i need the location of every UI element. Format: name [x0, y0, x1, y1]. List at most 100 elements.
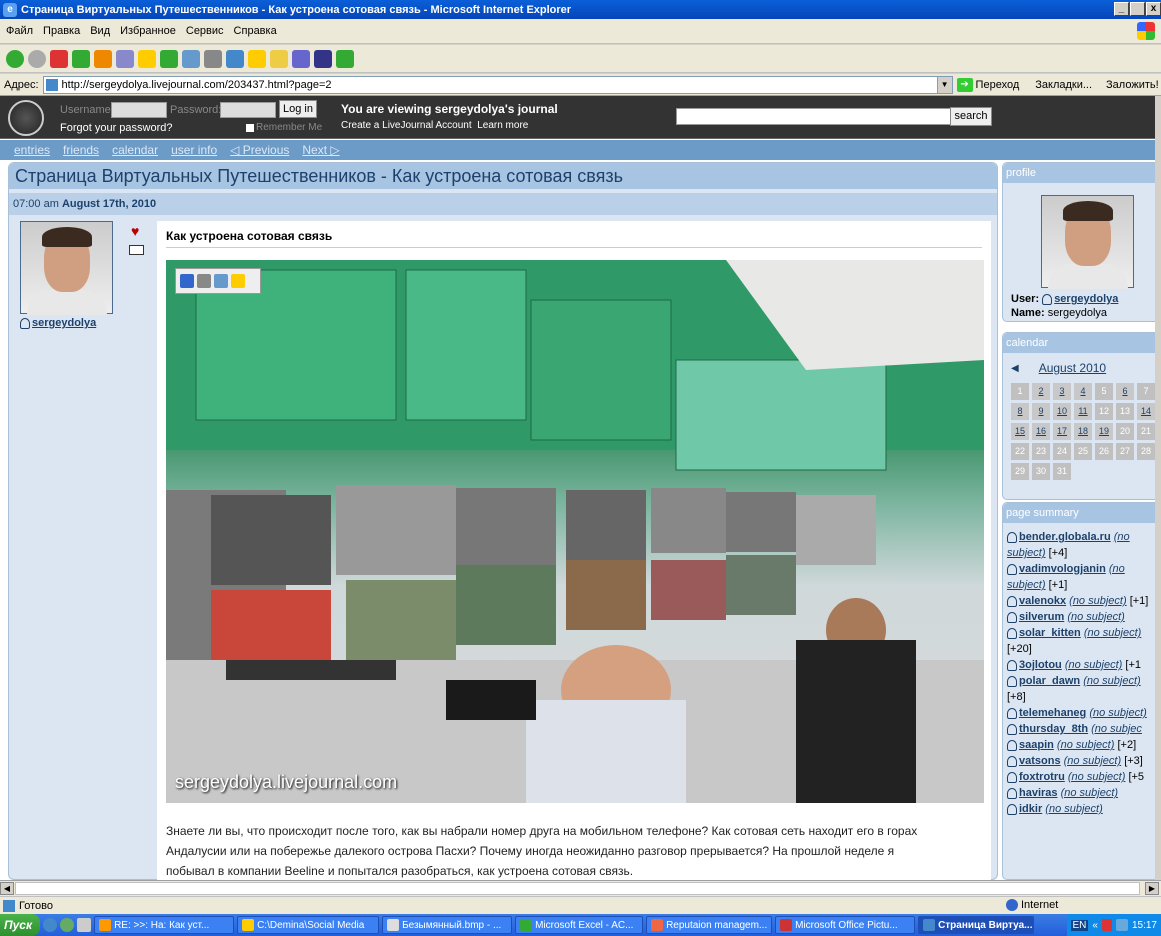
ie-quicklaunch-icon[interactable]	[43, 918, 58, 932]
calendar-day[interactable]: 3	[1053, 383, 1071, 400]
bookmark-add-button[interactable]: Заложить!	[1106, 79, 1159, 91]
forward-icon[interactable]	[28, 49, 46, 68]
print-icon[interactable]	[204, 49, 222, 68]
calendar-day[interactable]: 16	[1032, 423, 1050, 440]
scroll-left-icon[interactable]: ◀	[0, 882, 14, 895]
messenger-icon[interactable]	[270, 49, 288, 68]
folder-icon[interactable]	[248, 49, 266, 68]
post-author-link[interactable]: sergeydolya	[20, 317, 96, 329]
maximize-button[interactable]	[1130, 2, 1145, 16]
card-icon[interactable]	[129, 245, 144, 255]
task-powerpoint[interactable]: Reputaion managem...	[646, 916, 773, 934]
summary-user-link[interactable]: valenokx	[1019, 595, 1066, 607]
calendar-day[interactable]: 18	[1074, 423, 1092, 440]
summary-subject-link[interactable]: (no subject)	[1069, 595, 1126, 607]
summary-subject-link[interactable]: (no subject)	[1065, 659, 1122, 671]
home-icon[interactable]	[94, 49, 112, 68]
summary-user-link[interactable]: thursday_8th	[1019, 723, 1088, 735]
summary-user-link[interactable]: silverum	[1019, 611, 1064, 623]
calendar-month-link[interactable]: August 2010	[1039, 361, 1106, 375]
calendar-day[interactable]: 11	[1074, 403, 1092, 420]
scroll-thumb[interactable]	[15, 882, 1140, 895]
folder-icon[interactable]	[231, 274, 245, 288]
task-paint[interactable]: Безымянный.bmp - ...	[382, 916, 513, 934]
summary-user-link[interactable]: vatsons	[1019, 755, 1061, 767]
close-button[interactable]: x	[1146, 2, 1161, 16]
language-indicator[interactable]: EN	[1070, 919, 1089, 931]
summary-subject-link[interactable]: (no subject)	[1089, 707, 1146, 719]
bookmarks-button[interactable]: Закладки...	[1035, 79, 1092, 91]
scroll-right-icon[interactable]: ▶	[1145, 882, 1159, 895]
summary-subject-link[interactable]: (no subject)	[1068, 771, 1125, 783]
summary-subject-link[interactable]: (no subject)	[1064, 755, 1121, 767]
menu-view[interactable]: Вид	[90, 25, 110, 37]
calendar-day[interactable]: 10	[1053, 403, 1071, 420]
summary-user-link[interactable]: saapin	[1019, 739, 1054, 751]
summary-user-link[interactable]: telemehaneg	[1019, 707, 1086, 719]
nav-calendar[interactable]: calendar	[112, 143, 158, 157]
task-outlook[interactable]: RE: >>: На: Как уст...	[94, 916, 235, 934]
minimize-button[interactable]: _	[1114, 2, 1129, 16]
calendar-day[interactable]: 15	[1011, 423, 1029, 440]
nav-next[interactable]: Next ▷	[302, 143, 339, 157]
task-office-picture[interactable]: Microsoft Office Pictu...	[775, 916, 916, 934]
favorites-icon[interactable]	[138, 49, 156, 68]
nav-entries[interactable]: entries	[14, 143, 50, 157]
login-button[interactable]: Log in	[279, 100, 317, 118]
chevron-down-icon[interactable]: ▼	[936, 76, 952, 93]
task-excel[interactable]: Microsoft Excel - AC...	[515, 916, 644, 934]
menu-tools[interactable]: Сервис	[186, 25, 224, 37]
refresh-icon[interactable]	[72, 49, 90, 68]
tray-expand-icon[interactable]: «	[1092, 920, 1098, 931]
lj-search-input[interactable]	[676, 108, 951, 125]
remember-checkbox[interactable]	[246, 123, 254, 132]
chevron-left-icon[interactable]: ◀	[1011, 363, 1019, 374]
summary-user-link[interactable]: foxtrotru	[1019, 771, 1065, 783]
menu-favorites[interactable]: Избранное	[120, 25, 176, 37]
calendar-day[interactable]: 2	[1032, 383, 1050, 400]
calendar-day[interactable]: 17	[1053, 423, 1071, 440]
calendar-day[interactable]: 9	[1032, 403, 1050, 420]
summary-subject-link[interactable]: (no subjec	[1091, 723, 1142, 735]
menu-help[interactable]: Справка	[234, 25, 277, 37]
calendar-day[interactable]: 14	[1137, 403, 1155, 420]
summary-subject-link[interactable]: (no subject)	[1084, 627, 1141, 639]
desktop-quicklaunch-icon[interactable]	[77, 918, 92, 932]
summary-user-link[interactable]: solar_kitten	[1019, 627, 1081, 639]
nav-previous[interactable]: ◁ Previous	[230, 143, 289, 157]
go-button[interactable]: ➔ Переход	[956, 77, 1019, 92]
calendar-day[interactable]: 4	[1074, 383, 1092, 400]
avatar[interactable]	[20, 221, 113, 315]
summary-subject-link[interactable]: (no subject)	[1067, 611, 1124, 623]
summary-user-link[interactable]: vadimvologjanin	[1019, 563, 1106, 575]
edit-icon[interactable]	[226, 49, 244, 68]
start-button[interactable]: Пуск	[0, 914, 41, 936]
task-ie[interactable]: Страница Виртуа...	[918, 916, 1035, 934]
menu-file[interactable]: Файл	[6, 25, 33, 37]
search-icon[interactable]	[116, 49, 134, 68]
summary-user-link[interactable]: bender.globala.ru	[1019, 531, 1111, 543]
mail-icon[interactable]	[182, 49, 200, 68]
summary-user-link[interactable]: idkir	[1019, 803, 1042, 815]
save-icon[interactable]	[180, 274, 194, 288]
forgot-password-link[interactable]: Forgot your password?	[60, 122, 173, 134]
summary-user-link[interactable]: haviras	[1019, 787, 1058, 799]
tray-app-icon[interactable]	[1101, 919, 1112, 931]
skype-icon[interactable]	[336, 49, 354, 68]
history-icon[interactable]	[160, 49, 178, 68]
livejournal-logo-icon[interactable]	[8, 100, 44, 136]
lj-search-button[interactable]: search	[950, 107, 992, 126]
nav-friends[interactable]: friends	[63, 143, 99, 157]
research-icon[interactable]	[292, 49, 310, 68]
create-account-link[interactable]: Create a LiveJournal Account	[341, 120, 472, 131]
summary-user-link[interactable]: 3ojlotou	[1019, 659, 1062, 671]
post-photo[interactable]: sergeydolya.livejournal.com	[166, 260, 984, 803]
profile-user-link[interactable]: sergeydolya	[1054, 293, 1118, 305]
back-icon[interactable]	[6, 49, 24, 68]
summary-subject-link[interactable]: (no subject)	[1057, 739, 1114, 751]
username-input[interactable]	[111, 102, 167, 118]
summary-subject-link[interactable]: (no subject)	[1061, 787, 1118, 799]
mail-icon[interactable]	[214, 274, 228, 288]
vertical-scrollbar[interactable]	[1155, 96, 1161, 880]
heart-icon[interactable]: ♥	[131, 223, 139, 239]
